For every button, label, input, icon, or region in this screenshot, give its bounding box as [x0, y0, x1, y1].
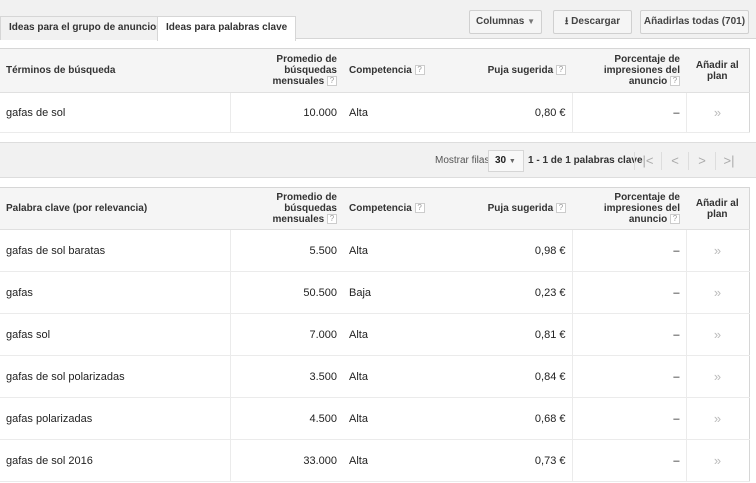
table-row: gafas de sol polarizadas 3.500 Alta 0,84 € –… — [0, 355, 749, 398]
pagination-bar: Mostrar filas: 30 ▼ 1 - 1 de 1 palabras … — [0, 142, 756, 178]
volume-cell: 50.500 — [229, 271, 343, 314]
table-row: gafas de sol 2016 33.000 Alta 0,73 € –» — [0, 439, 749, 482]
search-terms-header[interactable]: Términos de búsqueda — [0, 48, 230, 93]
add-to-plan-icon[interactable]: » — [685, 229, 749, 272]
help-icon[interactable]: ? — [327, 76, 337, 87]
impression-share-cell: – — [571, 439, 686, 482]
bid-header[interactable]: Puja sugerida ? — [460, 187, 572, 230]
impression-share-cell: – — [571, 229, 686, 272]
keyword-header[interactable]: Palabra clave (por relevancia) — [0, 187, 230, 230]
impression-share-label: Porcentaje de impresiones del anuncio — [603, 54, 680, 87]
search-terms-table: Términos de búsqueda Promedio de búsqued… — [0, 48, 750, 133]
table-row: gafas sol 7.000 Alta 0,81 € –» — [0, 313, 749, 356]
add-to-plan-header: Añadir al plan — [686, 187, 749, 230]
help-icon[interactable]: ? — [670, 76, 680, 87]
table-row: gafas polarizadas 4.500 Alta 0,68 € –» — [0, 397, 749, 440]
bid-label: Puja sugerida — [487, 65, 554, 76]
add-to-plan-header: Añadir al plan — [686, 48, 749, 93]
download-icon: ⭳ — [564, 16, 569, 27]
competition-cell: Alta — [343, 92, 460, 133]
impression-share-cell: – — [571, 271, 686, 314]
competition-cell: Alta — [343, 355, 460, 398]
term-cell: gafas de sol — [0, 92, 230, 133]
impression-share-header[interactable]: Porcentaje de impresiones del anuncio ? — [572, 48, 686, 93]
help-icon[interactable]: ? — [414, 65, 425, 76]
bid-cell: 0,81 € — [460, 313, 572, 356]
rows-label: Mostrar filas: — [435, 155, 493, 166]
add-to-plan-icon[interactable]: » — [685, 439, 749, 482]
help-icon[interactable]: ? — [556, 203, 566, 214]
competition-cell: Alta — [343, 313, 460, 356]
download-label: Descargar — [571, 16, 621, 27]
volume-cell: 3.500 — [229, 355, 343, 398]
add-to-plan-icon[interactable]: » — [685, 355, 749, 398]
volume-header[interactable]: Promedio de búsquedas mensuales ? — [230, 187, 343, 230]
impression-share-cell: – — [571, 92, 686, 133]
competition-cell: Alta — [343, 397, 460, 440]
competition-header[interactable]: Competencia ? — [343, 48, 460, 93]
rows-per-page-select[interactable]: 30 ▼ — [488, 150, 524, 172]
help-icon[interactable]: ? — [327, 214, 337, 225]
add-to-plan-icon[interactable]: » — [685, 313, 749, 356]
table-row: gafas de sol baratas 5.500 Alta 0,98 € –» — [0, 229, 749, 272]
toolbar: Ideas para el grupo de anuncios Ideas pa… — [0, 0, 756, 41]
bid-cell: 0,73 € — [460, 439, 572, 482]
bid-cell: 0,84 € — [460, 355, 572, 398]
chevron-down-icon: ▼ — [508, 158, 516, 165]
table-row: gafas 50.500 Baja 0,23 € –» — [0, 271, 749, 314]
volume-header[interactable]: Promedio de búsquedas mensuales ? — [230, 48, 343, 93]
help-icon[interactable]: ? — [414, 203, 425, 214]
last-page-icon[interactable]: >| — [715, 152, 742, 170]
next-page-icon[interactable]: > — [688, 152, 715, 170]
competition-cell: Alta — [343, 439, 460, 482]
competition-cell: Alta — [343, 229, 460, 272]
competition-header[interactable]: Competencia ? — [343, 187, 460, 230]
chevron-down-icon: ▼ — [527, 17, 536, 26]
competition-label: Competencia — [349, 203, 412, 214]
keyword-ideas-table: Palabra clave (por relevancia) Promedio … — [0, 187, 750, 482]
impression-share-label: Porcentaje de impresiones del anuncio — [603, 192, 680, 225]
help-icon[interactable]: ? — [556, 65, 566, 76]
term-cell: gafas — [0, 271, 230, 314]
term-cell: gafas polarizadas — [0, 397, 230, 440]
add-to-plan-icon[interactable]: » — [685, 92, 749, 133]
columns-label: Columnas — [475, 16, 525, 27]
volume-cell: 5.500 — [229, 229, 343, 272]
columns-button[interactable]: Columnas ▼ — [469, 10, 542, 34]
volume-cell: 4.500 — [229, 397, 343, 440]
page-range: 1 - 1 de 1 palabras clave — [528, 155, 643, 166]
add-to-plan-icon[interactable]: » — [685, 397, 749, 440]
impression-share-cell: – — [571, 397, 686, 440]
competition-label: Competencia — [349, 65, 412, 76]
tab-keyword-ideas[interactable]: Ideas para palabras clave — [157, 16, 297, 41]
prev-page-icon[interactable]: < — [661, 152, 688, 170]
competition-cell: Baja — [343, 271, 460, 314]
bid-cell: 0,80 € — [460, 92, 572, 133]
table-row: gafas de sol 10.000 Alta 0,80 € – » — [0, 92, 749, 133]
term-cell: gafas de sol baratas — [0, 229, 230, 272]
term-cell: gafas de sol polarizadas — [0, 355, 230, 398]
rows-value: 30 — [495, 155, 507, 166]
first-page-icon[interactable]: |< — [634, 152, 661, 170]
volume-cell: 33.000 — [229, 439, 343, 482]
impression-share-cell: – — [571, 355, 686, 398]
bid-cell: 0,23 € — [460, 271, 572, 314]
tab-ad-group-ideas[interactable]: Ideas para el grupo de anuncios — [0, 16, 171, 40]
bid-cell: 0,98 € — [460, 229, 572, 272]
bid-header[interactable]: Puja sugerida ? — [460, 48, 572, 93]
help-icon[interactable]: ? — [670, 214, 680, 225]
bid-label: Puja sugerida — [487, 203, 554, 214]
bid-cell: 0,68 € — [460, 397, 572, 440]
impression-share-header[interactable]: Porcentaje de impresiones del anuncio ? — [572, 187, 686, 230]
add-to-plan-icon[interactable]: » — [685, 271, 749, 314]
impression-share-cell: – — [571, 313, 686, 356]
volume-cell: 7.000 — [229, 313, 343, 356]
volume-cell: 10.000 — [229, 92, 343, 133]
term-cell: gafas sol — [0, 313, 230, 356]
term-cell: gafas de sol 2016 — [0, 439, 230, 482]
add-all-button[interactable]: Añadirlas todas (701) — [640, 10, 749, 34]
download-button[interactable]: ⭳ Descargar — [553, 10, 632, 34]
